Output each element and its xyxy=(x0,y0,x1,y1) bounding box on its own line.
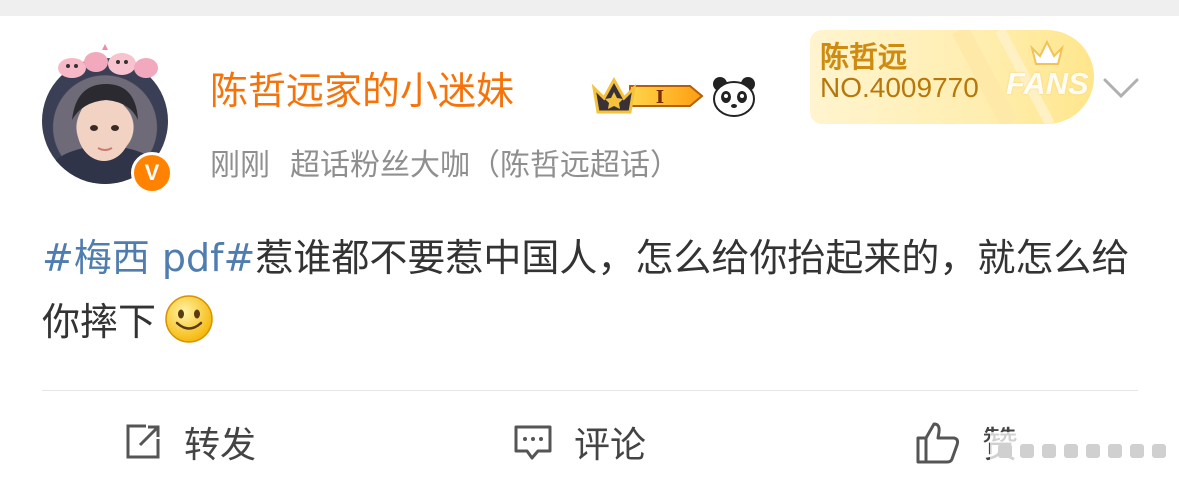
post-meta: 刚刚 超话粉丝大咖（陈哲远超话） xyxy=(210,146,700,186)
smile-emoji-icon xyxy=(165,295,213,343)
comment-button[interactable]: 评论 xyxy=(512,414,646,470)
top-strip xyxy=(0,0,1179,16)
watermark-overlay xyxy=(990,432,1176,472)
fans-word: FANS xyxy=(1006,66,1089,101)
level-label: I xyxy=(656,87,664,108)
repost-label: 转发 xyxy=(184,425,257,466)
avatar-frame-decoration xyxy=(58,44,158,78)
repost-button[interactable]: 转发 xyxy=(122,414,256,470)
topic-link[interactable]: #梅西 pdf# xyxy=(42,236,255,280)
fans-badge-number: NO.4009770 xyxy=(820,72,979,103)
verified-badge-icon: V xyxy=(131,152,173,194)
crown-icon[interactable]: I xyxy=(590,72,706,120)
username-link[interactable]: 陈哲远家的小迷妹 xyxy=(210,66,514,116)
thumbs-up-icon xyxy=(916,422,960,464)
comment-label: 评论 xyxy=(574,425,647,466)
comment-icon xyxy=(514,425,552,460)
post-time: 刚刚 xyxy=(210,148,270,183)
fans-badge-name: 陈哲远 xyxy=(820,40,908,74)
post-body: #梅西 pdf#惹谁都不要惹中国人，怎么给你抬起来的，就怎么给你摔下 xyxy=(42,226,1142,354)
post-source[interactable]: 超话粉丝大咖（陈哲远超话） xyxy=(290,148,680,183)
chevron-down-icon[interactable] xyxy=(1102,76,1140,100)
panda-icon xyxy=(713,77,755,117)
divider xyxy=(42,390,1138,391)
fans-crown-icon xyxy=(1030,40,1064,65)
repost-icon xyxy=(126,424,160,459)
